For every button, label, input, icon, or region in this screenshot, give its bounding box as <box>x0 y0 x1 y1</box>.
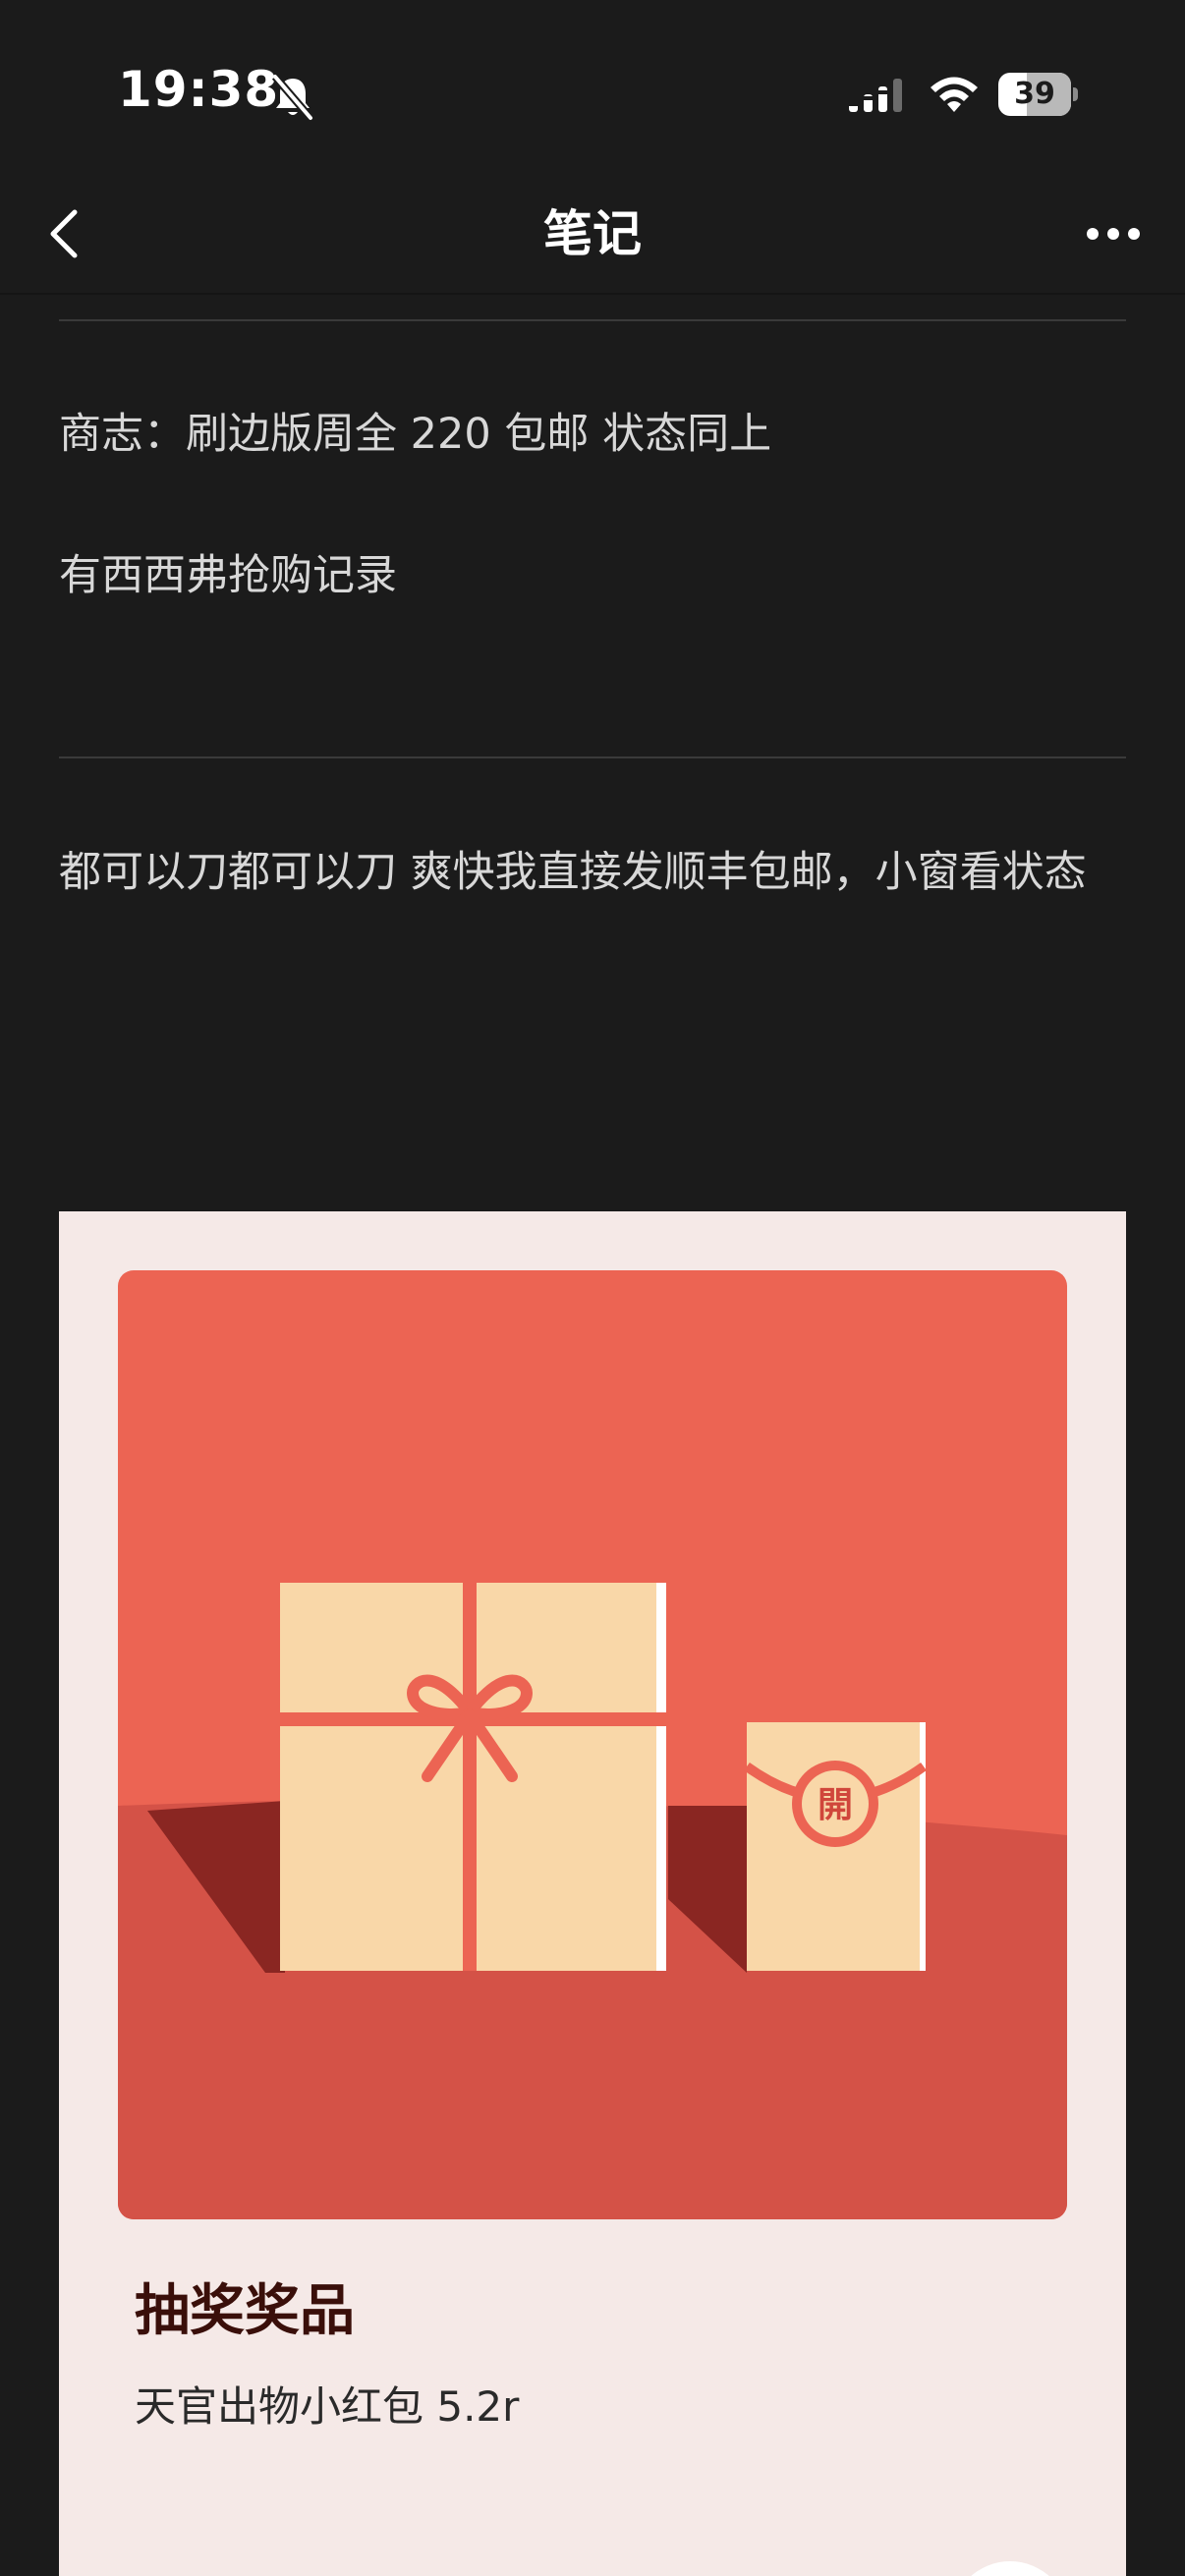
note-page: 19:38 39 笔记 商志：刷边版周全 220 包邮 状态同上 有西西弗抢购记… <box>0 0 1185 2576</box>
lottery-card[interactable]: 開 抽奖奖品 天官出物小红包 5.2r <box>59 1211 1126 2576</box>
wifi-icon <box>931 77 978 112</box>
battery-body: 39 <box>998 73 1071 116</box>
nav-bar: 笔记 <box>0 167 1185 295</box>
lottery-title: 抽奖奖品 <box>135 2279 355 2343</box>
page-title: 笔记 <box>543 205 642 262</box>
nav-divider <box>0 293 1185 295</box>
blurred-label <box>59 1115 305 1174</box>
note-paragraph: 有西西弗抢购记录 <box>59 551 397 600</box>
action-button-peek[interactable] <box>951 2561 1069 2576</box>
status-time: 19:38 <box>118 61 280 118</box>
signal-icon <box>849 79 902 112</box>
battery-indicator: 39 <box>998 73 1079 116</box>
battery-tip <box>1073 87 1078 101</box>
lottery-prize: 天官出物小红包 5.2r <box>135 2382 520 2431</box>
gift-illustration: 開 <box>118 1270 1067 2219</box>
seal-text: 開 <box>818 1785 853 1825</box>
status-bar: 19:38 39 <box>0 0 1185 167</box>
note-paragraph: 商志：刷边版周全 220 包邮 状态同上 <box>59 410 772 459</box>
ellipsis-icon[interactable] <box>1085 216 1142 252</box>
section-divider <box>59 319 1126 321</box>
chevron-left-icon[interactable] <box>45 206 85 261</box>
note-paragraph: 都可以刀都可以刀 爽快我直接发顺丰包邮，小窗看状态 <box>59 848 1087 897</box>
mute-bell-icon <box>271 74 314 121</box>
battery-percentage: 39 <box>1014 77 1055 111</box>
section-divider <box>59 756 1126 758</box>
